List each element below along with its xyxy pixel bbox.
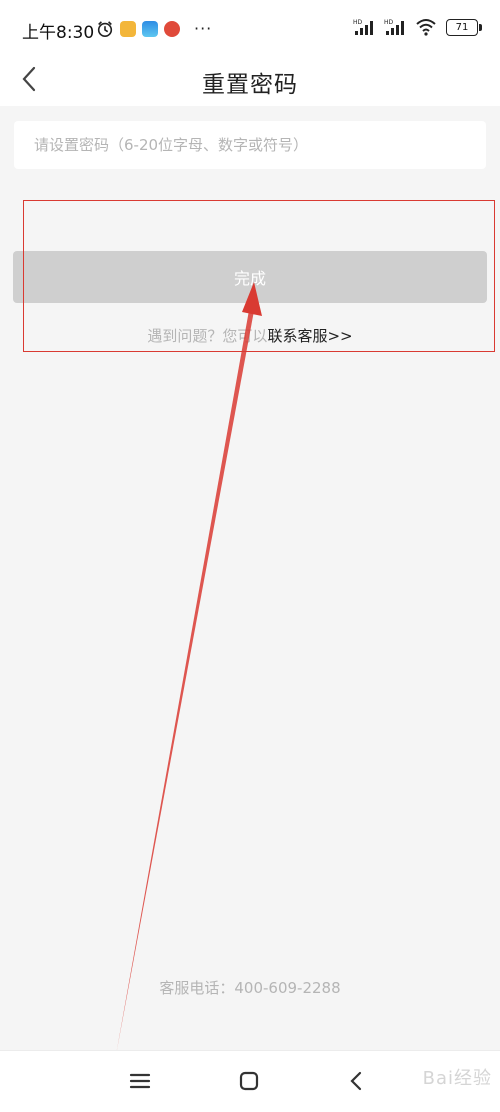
wifi-icon bbox=[416, 19, 436, 36]
password-field bbox=[14, 121, 486, 169]
menu-button[interactable] bbox=[126, 1067, 154, 1095]
battery-indicator: 71 bbox=[446, 18, 482, 36]
more-notifications-icon: ··· bbox=[194, 19, 213, 38]
menu-icon bbox=[129, 1073, 151, 1089]
service-phone: 客服电话：400-609-2288 bbox=[0, 977, 500, 998]
svg-text:HD: HD bbox=[353, 19, 363, 26]
home-button[interactable] bbox=[235, 1067, 263, 1095]
signal-icon-2: HD bbox=[384, 19, 404, 35]
status-bar: 上午8:30 ··· HD HD 71 bbox=[0, 0, 500, 58]
contact-support-link[interactable]: 联系客服>> bbox=[267, 327, 352, 345]
status-right-icons: HD HD 71 bbox=[353, 18, 482, 36]
help-prefix: 遇到问题？您可以 bbox=[147, 327, 268, 345]
header-bar: 重置密码 bbox=[0, 58, 500, 106]
gallery-app-icon bbox=[142, 20, 158, 37]
alarm-clock-icon bbox=[97, 20, 113, 37]
service-phone-label: 客服电话： bbox=[159, 979, 235, 997]
service-phone-number[interactable]: 400-609-2288 bbox=[234, 979, 340, 997]
nav-back-button[interactable] bbox=[343, 1067, 371, 1095]
chevron-left-icon bbox=[350, 1071, 362, 1091]
status-time: 上午8:30 bbox=[22, 23, 95, 43]
page-title: 重置密码 bbox=[202, 72, 298, 98]
watermark: Bai经验 bbox=[422, 1068, 492, 1089]
password-input[interactable] bbox=[14, 121, 486, 169]
done-button[interactable]: 完成 bbox=[13, 251, 487, 303]
status-left-icons: ··· bbox=[96, 19, 212, 38]
signal-icon: HD bbox=[353, 19, 373, 35]
home-square-icon bbox=[239, 1071, 259, 1091]
svg-text:HD: HD bbox=[384, 19, 394, 26]
help-line: 遇到问题？您可以联系客服>> bbox=[0, 325, 500, 346]
notes-app-icon bbox=[120, 20, 136, 37]
mascot-app-icon bbox=[164, 20, 180, 37]
